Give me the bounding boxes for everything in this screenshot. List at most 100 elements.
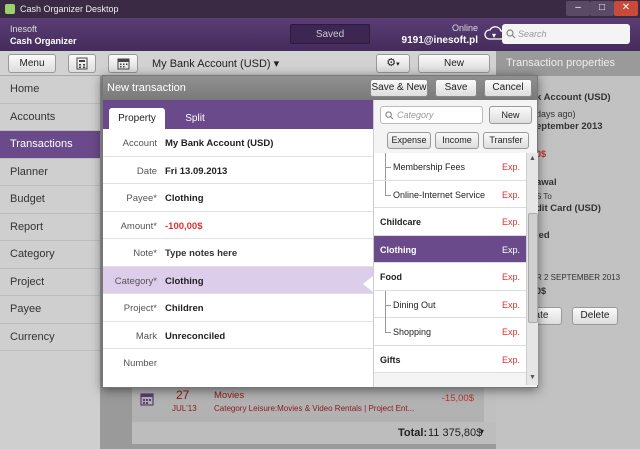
category-type: Exp.	[501, 217, 520, 227]
field-amount[interactable]: Amount* -100,00$	[103, 212, 373, 239]
sidebar-item-home[interactable]: Home	[0, 76, 100, 104]
category-type: Exp.	[501, 162, 520, 172]
field-label: Date	[136, 165, 157, 177]
row-month: JUL'13	[172, 404, 197, 413]
chevron-down-icon[interactable]: ▾	[480, 427, 484, 436]
category-search-placeholder: Category	[397, 110, 434, 120]
window-titlebar: Cash Organizer Desktop – □ ✕	[0, 0, 640, 18]
filter-transfer[interactable]: Transfer	[483, 132, 529, 149]
chevron-down-icon[interactable]: ▾	[492, 31, 496, 40]
sidebar-item-category[interactable]: Category	[0, 241, 100, 269]
list-item[interactable]: Membership Fees Exp.	[374, 153, 526, 181]
app-header: Inesoft Cash Organizer Saved Online 9191…	[0, 18, 640, 51]
calendar-button[interactable]	[108, 54, 138, 73]
prop-account: k Account (USD)	[536, 92, 611, 103]
field-label: Number	[123, 358, 157, 369]
field-mark[interactable]: Mark Unreconciled	[103, 322, 373, 349]
list-item[interactable]: Food Exp.	[374, 263, 526, 291]
category-type: Exp.	[501, 327, 520, 337]
tab-property[interactable]: Property	[109, 108, 165, 129]
field-payee[interactable]: Payee* Clothing	[103, 184, 373, 212]
scroll-down-icon[interactable]: ▼	[529, 374, 536, 381]
chevron-down-icon: ▾	[273, 58, 280, 70]
account-name: My Bank Account (USD)	[152, 58, 271, 70]
save-button[interactable]: Save	[435, 79, 477, 97]
category-scrollbar[interactable]: ▲ ▼	[526, 153, 538, 385]
sidebar-item-currency[interactable]: Currency	[0, 324, 100, 351]
category-type: Exp.	[501, 299, 520, 310]
category-search-input[interactable]: Category	[380, 106, 483, 124]
prop-to-account: dit Card (USD)	[536, 203, 601, 214]
field-project[interactable]: Project* Children	[103, 294, 373, 322]
sidebar-item-payee[interactable]: Payee	[0, 296, 100, 324]
field-category[interactable]: Category* Clothing	[103, 266, 373, 294]
category-name: Childcare	[380, 217, 422, 227]
scroll-thumb[interactable]	[528, 213, 538, 323]
sidebar-item-transactions[interactable]: Transactions	[0, 131, 100, 159]
prop-type: awal	[536, 177, 557, 188]
category-name: Clothing	[380, 244, 417, 255]
list-item[interactable]: Clothing Exp.	[374, 235, 526, 263]
category-name: Online-Internet Service	[393, 189, 486, 200]
tab-split[interactable]: Split	[171, 108, 219, 129]
search-icon	[385, 111, 394, 120]
row-amount: -15,00$	[441, 393, 474, 404]
field-note[interactable]: Note* Type notes here	[103, 239, 373, 267]
field-value: Clothing	[165, 275, 204, 287]
delete-button[interactable]: Delete	[572, 307, 618, 325]
account-selector[interactable]: My Bank Account (USD) ▾	[152, 57, 279, 70]
category-type: Exp.	[501, 244, 520, 255]
field-value: Unreconciled	[165, 330, 226, 342]
cancel-button[interactable]: Cancel	[484, 79, 532, 97]
scrollbar[interactable]	[484, 386, 496, 422]
field-label: Category*	[114, 275, 157, 287]
calculator-icon	[76, 57, 88, 70]
search-icon	[506, 29, 516, 39]
calendar-icon	[140, 393, 154, 406]
sidebar-item-project[interactable]: Project	[0, 269, 100, 296]
calculator-button[interactable]	[68, 54, 96, 73]
save-new-button[interactable]: Save & New	[370, 79, 428, 97]
menu-button[interactable]: Menu	[8, 54, 56, 73]
maximize-button[interactable]: □	[590, 1, 614, 16]
row-detail: Category Leisure:Movies & Video Rentals …	[214, 404, 415, 413]
field-date[interactable]: Date Fri 13.09.2013	[103, 157, 373, 184]
list-item[interactable]: Gifts Exp.	[374, 345, 526, 373]
window-title: Cash Organizer Desktop	[20, 4, 119, 14]
field-account[interactable]: Account My Bank Account (USD)	[103, 129, 373, 157]
sidebar-item-accounts[interactable]: Accounts	[0, 104, 100, 131]
field-value: -100,00$	[165, 220, 203, 232]
filter-income[interactable]: Income	[435, 132, 479, 149]
property-form: Account My Bank Account (USD) Date Fri 1…	[103, 129, 373, 376]
toolbar: Menu My Bank Account (USD) ▾ ⚙▾ New tran…	[0, 51, 640, 86]
field-number[interactable]: Number	[103, 349, 373, 377]
sidebar-item-budget[interactable]: Budget	[0, 186, 100, 214]
category-name: Dining Out	[393, 299, 436, 310]
new-category-button[interactable]: New	[489, 106, 532, 124]
category-name: Gifts	[380, 354, 401, 365]
minimize-button[interactable]: –	[566, 1, 590, 16]
new-transaction-button[interactable]: New transaction	[418, 54, 490, 86]
table-row[interactable]: 27 JUL'13 Movies Category Leisure:Movies…	[132, 386, 484, 422]
list-item[interactable]: Online-Internet Service Exp.	[374, 180, 526, 208]
filter-expense[interactable]: Expense	[387, 132, 431, 149]
selection-pointer	[363, 276, 373, 292]
prop-status: led	[536, 230, 550, 241]
sidebar-item-report[interactable]: Report	[0, 214, 100, 241]
list-item[interactable]: Childcare Exp.	[374, 208, 526, 236]
row-day: 27	[176, 388, 190, 402]
sidebar-item-planner[interactable]: Planner	[0, 159, 100, 186]
calendar-icon	[117, 58, 129, 70]
gear-icon: ⚙	[386, 57, 397, 69]
category-list: Membership Fees Exp. Online-Internet Ser…	[374, 153, 526, 377]
category-panel: Category New Expense Income Transfer Mem…	[373, 100, 538, 387]
settings-button[interactable]: ⚙▾	[376, 54, 410, 73]
user-email[interactable]: 9191@inesoft.pl	[380, 35, 478, 46]
list-item[interactable]: Shopping Exp.	[374, 318, 526, 346]
search-input[interactable]: Search	[502, 24, 630, 44]
list-item[interactable]: Dining Out Exp.	[374, 290, 526, 318]
scroll-up-icon[interactable]: ▲	[529, 155, 536, 162]
sync-status: Saved	[290, 24, 370, 44]
category-type: Exp.	[501, 354, 520, 365]
close-button[interactable]: ✕	[614, 1, 638, 16]
